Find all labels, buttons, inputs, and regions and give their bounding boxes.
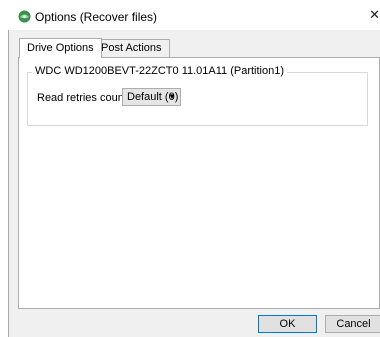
close-icon[interactable]: ✕ [366, 4, 380, 26]
drive-group-title: WDC WD1200BEVT-22ZCT0 11.01A11 (Partitio… [32, 65, 288, 77]
read-retries-dropdown[interactable]: Default (0) ▼ [122, 88, 181, 106]
dialog-body: Drive Options Post Actions WDC WD1200BEV… [8, 30, 380, 337]
drive-groupbox: WDC WD1200BEVT-22ZCT0 11.01A11 (Partitio… [27, 65, 368, 126]
cancel-button[interactable]: Cancel [325, 315, 380, 333]
ok-button[interactable]: OK [258, 315, 317, 333]
green-disk-icon [18, 10, 31, 23]
chevron-down-icon: ▼ [168, 92, 176, 101]
tab-panel-drive-options: WDC WD1200BEVT-22ZCT0 11.01A11 (Partitio… [18, 57, 380, 309]
read-retries-label: Read retries count: [37, 92, 130, 104]
window-title: Options (Recover files) [35, 10, 158, 24]
title-bar: Options (Recover files) ✕ [0, 0, 380, 30]
tab-drive-options[interactable]: Drive Options [19, 38, 102, 58]
tab-post-actions[interactable]: Post Actions [93, 39, 170, 57]
